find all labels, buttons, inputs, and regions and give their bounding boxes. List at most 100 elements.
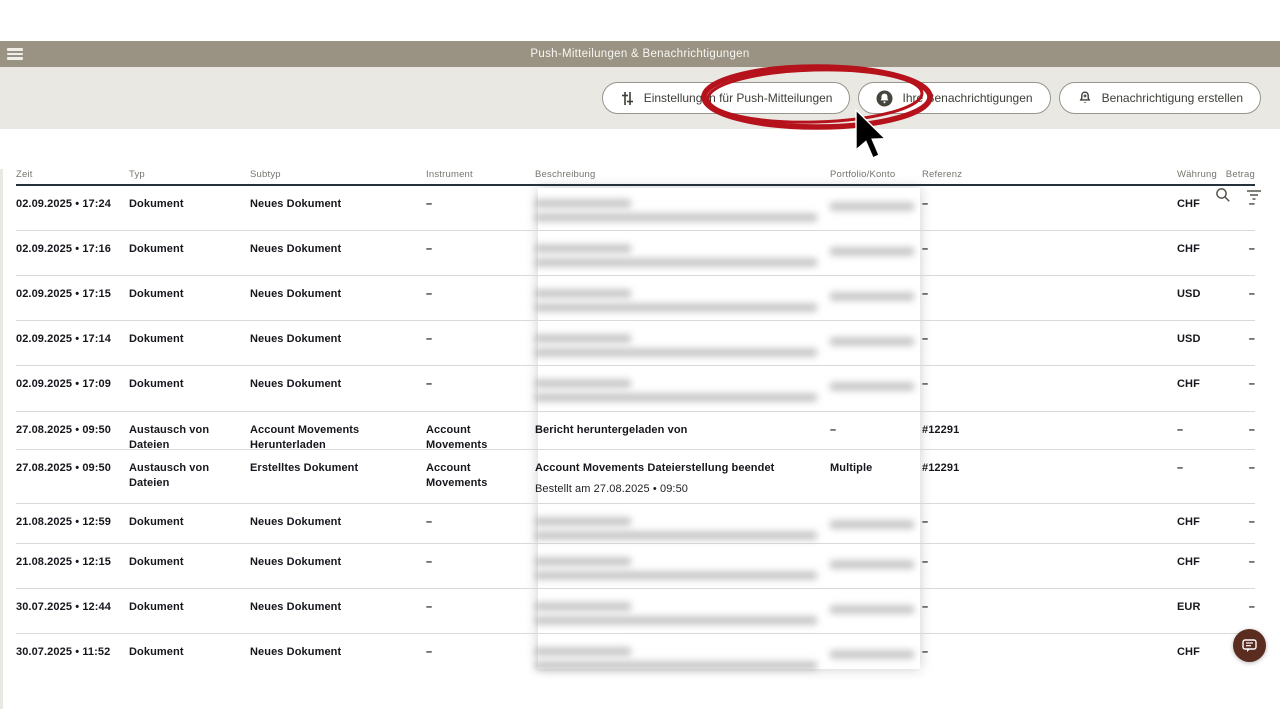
cell-instrument: – <box>426 231 535 257</box>
cell-zeit: 02.09.2025 • 17:24 <box>16 186 129 212</box>
redacted-text-blur <box>830 555 922 569</box>
cell-betrag: – <box>1225 504 1255 530</box>
cell-zeit: 02.09.2025 • 17:14 <box>16 321 129 347</box>
cell-instrument: – <box>426 366 535 392</box>
cell-referenz: – <box>922 186 1177 212</box>
cell-instrument: – <box>426 186 535 212</box>
redacted-text-blur <box>830 515 922 529</box>
your-notifications-label: Ihre Benachrichtigungen <box>902 91 1032 105</box>
cell-referenz: – <box>922 589 1177 615</box>
table-row[interactable]: 02.09.2025 • 17:09DokumentNeues Dokument… <box>16 366 1255 412</box>
redacted-text-blur <box>830 332 922 346</box>
push-settings-button[interactable]: Einstellungen für Push-Mitteilungen <box>602 82 851 114</box>
chat-bubble-icon <box>1241 637 1258 654</box>
cell-portfolio <box>830 231 922 256</box>
cell-instrument: – <box>426 544 535 570</box>
column-header: Typ <box>129 169 250 184</box>
cell-subtyp: Neues Dokument <box>250 634 426 660</box>
cell-beschreibung: Account Movements Dateierstellung beende… <box>535 450 830 497</box>
cell-beschreibung <box>535 634 830 670</box>
cell-portfolio <box>830 276 922 301</box>
your-notifications-button[interactable]: Ihre Benachrichtigungen <box>858 82 1050 114</box>
table-row[interactable]: 02.09.2025 • 17:24DokumentNeues Dokument… <box>16 186 1255 231</box>
table-row[interactable]: 30.07.2025 • 11:52DokumentNeues Dokument… <box>16 634 1255 681</box>
cell-zeit: 27.08.2025 • 09:50 <box>16 412 129 438</box>
cell-subtyp: Neues Dokument <box>250 276 426 302</box>
cell-instrument: – <box>426 276 535 302</box>
table-row[interactable]: 27.08.2025 • 09:50Austausch von DateienE… <box>16 450 1255 504</box>
column-header: Zeit <box>16 169 129 184</box>
cell-subtyp: Neues Dokument <box>250 544 426 570</box>
table-body: 02.09.2025 • 17:24DokumentNeues Dokument… <box>16 186 1255 681</box>
table-row[interactable]: 02.09.2025 • 17:15DokumentNeues Dokument… <box>16 276 1255 321</box>
cell-beschreibung <box>535 504 830 540</box>
cell-portfolio: Multiple <box>830 450 922 476</box>
cell-referenz: – <box>922 504 1177 530</box>
redacted-text-blur <box>830 242 922 256</box>
cell-betrag: – <box>1225 412 1255 438</box>
cell-subtyp: Neues Dokument <box>250 504 426 530</box>
cell-referenz: – <box>922 321 1177 347</box>
cell-referenz: #12291 <box>922 450 1177 476</box>
beschreibung-subline: Bestellt am 27.08.2025 • 09:50 <box>535 482 830 497</box>
cell-betrag: – <box>1225 589 1255 615</box>
cell-portfolio <box>830 321 922 346</box>
table-row[interactable]: 02.09.2025 • 17:14DokumentNeues Dokument… <box>16 321 1255 366</box>
cell-waehrung: CHF <box>1177 186 1225 212</box>
cell-typ: Dokument <box>129 276 250 302</box>
bell-circle-icon <box>876 90 893 107</box>
cell-waehrung: EUR <box>1177 589 1225 615</box>
table-header-row: ZeitTypSubtypInstrumentBeschreibungPortf… <box>16 169 1255 186</box>
cell-beschreibung <box>535 276 830 312</box>
cell-subtyp: Erstelltes Dokument <box>250 450 426 476</box>
redacted-text-blur <box>830 287 922 301</box>
table-row[interactable]: 02.09.2025 • 17:16DokumentNeues Dokument… <box>16 231 1255 276</box>
cell-typ: Dokument <box>129 544 250 570</box>
redacted-text-blur <box>830 377 922 391</box>
table-row[interactable]: 21.08.2025 • 12:15DokumentNeues Dokument… <box>16 544 1255 589</box>
cell-beschreibung: Bericht heruntergeladen von <box>535 412 830 438</box>
cell-betrag: – <box>1225 231 1255 257</box>
cell-instrument: – <box>426 634 535 660</box>
cell-portfolio <box>830 634 922 659</box>
cell-betrag: – <box>1225 366 1255 392</box>
table-row[interactable]: 27.08.2025 • 09:50Austausch von DateienA… <box>16 412 1255 450</box>
column-header: Referenz <box>922 169 1177 184</box>
app-title-bar: Push-Mitteilungen & Benachrichtigungen <box>0 41 1280 67</box>
cell-waehrung: CHF <box>1177 504 1225 530</box>
table-row[interactable]: 21.08.2025 • 12:59DokumentNeues Dokument… <box>16 504 1255 544</box>
cell-referenz: #12291 <box>922 412 1177 438</box>
redacted-text-blur <box>535 515 830 540</box>
column-header: Beschreibung <box>535 169 830 184</box>
cell-waehrung: CHF <box>1177 231 1225 257</box>
cell-typ: Dokument <box>129 186 250 212</box>
cell-subtyp: Neues Dokument <box>250 589 426 615</box>
cell-betrag: – <box>1225 186 1255 212</box>
cell-waehrung: CHF <box>1177 544 1225 570</box>
column-header: Instrument <box>426 169 535 184</box>
cell-portfolio <box>830 544 922 569</box>
cell-typ: Dokument <box>129 366 250 392</box>
cell-waehrung: USD <box>1177 276 1225 302</box>
redacted-text-blur <box>535 287 830 312</box>
cell-instrument: Account Movements <box>426 450 535 491</box>
cell-typ: Austausch von Dateien <box>129 450 250 491</box>
cell-portfolio <box>830 504 922 529</box>
cell-referenz: – <box>922 276 1177 302</box>
cell-portfolio <box>830 589 922 614</box>
table-row[interactable]: 30.07.2025 • 12:44DokumentNeues Dokument… <box>16 589 1255 634</box>
cell-referenz: – <box>922 634 1177 660</box>
create-notification-button[interactable]: Benachrichtigung erstellen <box>1059 82 1261 114</box>
sliders-icon <box>620 91 635 106</box>
cell-zeit: 27.08.2025 • 09:50 <box>16 450 129 476</box>
cell-beschreibung <box>535 321 830 357</box>
notifications-table: ZeitTypSubtypInstrumentBeschreibungPortf… <box>16 169 1255 681</box>
cell-referenz: – <box>922 544 1177 570</box>
column-header: Betrag <box>1225 169 1255 184</box>
hamburger-menu-icon[interactable] <box>4 46 26 62</box>
redacted-text-blur <box>830 645 922 659</box>
cell-instrument: – <box>426 504 535 530</box>
cell-portfolio <box>830 366 922 391</box>
chat-fab-button[interactable] <box>1233 629 1266 662</box>
cell-typ: Dokument <box>129 504 250 530</box>
